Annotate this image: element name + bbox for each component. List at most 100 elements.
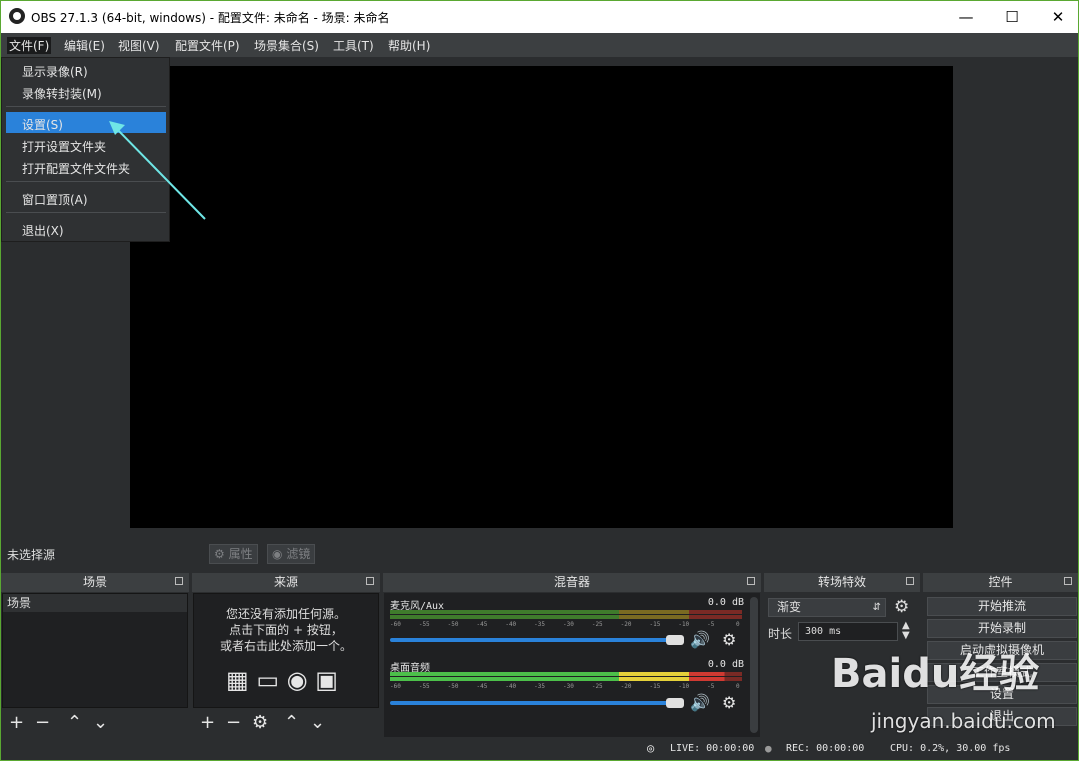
record-dot-icon: ● [765,742,772,755]
move-down-icon[interactable]: ⌄ [93,713,108,733]
close-icon[interactable]: ✕ [1035,1,1078,33]
menu-always-on-top[interactable]: 窗口置顶(A) [22,191,88,208]
mixer-channel-db: 0.0 dB [707,597,744,608]
remove-icon[interactable]: − [35,713,50,733]
menu-scene-collection[interactable]: 场景集合(S) [254,37,319,54]
meter-tick-label: -20 [620,621,632,628]
move-down-icon[interactable]: ⌄ [310,713,325,733]
image-source-icon: ▦ [226,666,249,694]
meter-tick-label: -5 [707,683,715,690]
menu-edit[interactable]: 编辑(E) [64,37,105,54]
speaker-icon[interactable]: 🔊 [690,630,710,649]
filters-button[interactable]: ◉ 滤镜 [267,544,316,564]
add-icon[interactable]: + [9,713,24,733]
volume-meter [390,677,742,681]
duration-label: 时长 [768,627,793,641]
watermark-brand: Baidu经验 [831,651,1040,697]
watermark-url: jingyan.baidu.com [871,709,1056,733]
start-streaming-button[interactable]: 开始推流 [927,597,1077,616]
meter-tick-label: -35 [534,683,545,690]
sources-empty-line: 您还没有添加任何源。 [225,607,346,621]
obs-window: OBS 27.1.3 (64-bit, windows) - 配置文件: 未命名… [0,0,1079,761]
mixer-scrollbar[interactable] [750,597,758,733]
meter-tick-label: -25 [591,621,603,628]
menu-show-recordings[interactable]: 显示录像(R) [22,63,88,80]
meter-tick-label: -10 [678,683,690,690]
meter-ticks: -60 -55 -50 -45 -40 -35 -30 -25 -20 -15 -10 -5 0 [390,683,742,691]
gear-icon[interactable]: ⚙ [722,693,736,712]
meter-tick-label: -10 [678,621,690,628]
meter-ticks: -60 -55 -50 -45 -40 -35 -30 -25 -20 -15 -10 -5 0 [390,621,742,629]
browser-source-icon: ◉ [286,666,308,694]
mixer-dock-title: 混音器 [383,573,761,592]
updown-icon: ⇵ [872,602,881,613]
no-source-label: 未选择源 [7,548,56,562]
start-recording-button[interactable]: 开始录制 [927,619,1077,638]
remove-icon[interactable]: − [226,713,241,733]
sources-list[interactable]: 您还没有添加任何源。 点击下面的 + 按钮， 或者右击此处添加一个。 ▦ ▭ ◉… [193,593,379,708]
sources-dock: 来源 您还没有添加任何源。 点击下面的 + 按钮， 或者右击此处添加一个。 ▦ … [192,573,380,737]
scenes-dock-title: 场景 [1,573,189,592]
menu-tools[interactable]: 工具(T) [333,37,374,54]
meter-tick-label: -60 [390,621,401,628]
meter-tick-label: -45 [476,683,488,690]
volume-meter [390,615,742,619]
move-up-icon[interactable]: ⌃ [284,713,299,733]
meter-tick-label: -60 [390,683,401,690]
minimize-icon[interactable]: — [943,1,989,33]
move-up-icon[interactable]: ⌃ [67,713,82,733]
sources-empty-line: 或者右击此处添加一个。 [219,639,352,653]
display-source-icon: ▭ [256,666,280,694]
annotation-arrow-icon [109,121,206,220]
live-status: LIVE: 00:00:00 [670,743,755,754]
meter-tick-label: -15 [649,621,661,628]
speaker-icon[interactable]: 🔊 [690,693,710,712]
menu-view[interactable]: 视图(V) [118,37,160,54]
menu-open-settings-folder[interactable]: 打开设置文件夹 [22,138,106,155]
camera-source-icon: ▣ [315,666,338,694]
sources-footer: + − ⚙ ⌃ ⌄ [192,711,380,737]
add-icon[interactable]: + [200,713,215,733]
gear-icon[interactable]: ⚙ [894,597,909,617]
volume-slider[interactable] [390,638,680,642]
volume-slider-handle[interactable] [666,635,684,645]
source-toolbar: 未选择源 ⚙ 属性 ◉ 滤镜 [1,541,1078,567]
meter-tick-label: -25 [591,683,603,690]
gear-icon[interactable]: ⚙ [722,630,736,649]
scenes-list[interactable]: 场景 [2,593,188,708]
mixer-channel-db: 0.0 dB [707,659,744,670]
scenes-dock: 场景 场景 + − ⌃ ⌄ [1,573,189,737]
meter-tick-label: -50 [447,683,459,690]
volume-slider-handle[interactable] [666,698,684,708]
float-icon[interactable] [1064,577,1072,585]
preview-canvas[interactable] [130,66,953,528]
float-icon[interactable] [906,577,914,585]
float-icon[interactable] [747,577,755,585]
properties-button[interactable]: ⚙ 属性 [209,544,258,564]
meter-tick-label: 0 [736,683,740,690]
volume-meter [390,672,742,676]
menu-settings[interactable]: 设置(S) [22,116,63,133]
menu-remux[interactable]: 录像转封装(M) [22,85,102,102]
maximize-icon[interactable]: ☐ [989,1,1035,33]
menu-file[interactable]: 文件(F) [7,37,52,54]
menu-profile[interactable]: 配置文件(P) [175,37,240,54]
meter-tick-label: -40 [505,621,517,628]
float-icon[interactable] [366,577,374,585]
volume-slider[interactable] [390,701,680,705]
menu-bar: 文件(F) 编辑(E) 视图(V) 配置文件(P) 场景集合(S) 工具(T) … [1,33,1078,57]
meter-tick-label: 0 [736,621,740,628]
filter-icon: ◉ [272,547,283,561]
gear-icon[interactable]: ⚙ [252,713,268,733]
mixer-dock: 混音器 麦克风/Aux 0.0 dB -60 -55 -50 -45 -40 -35 -30… [383,573,761,737]
gear-icon: ⚙ [214,547,225,561]
duration-input[interactable]: 300 ms [798,622,898,641]
scene-item[interactable]: 场景 [3,594,187,612]
meter-tick-label: -40 [505,683,517,690]
menu-help[interactable]: 帮助(H) [388,37,430,54]
transition-select[interactable]: 渐变 ⇵ [768,598,886,617]
spinner-down-icon[interactable]: ▼ [902,631,910,641]
float-icon[interactable] [175,577,183,585]
menu-exit[interactable]: 退出(X) [22,222,64,239]
volume-meter [390,610,742,614]
